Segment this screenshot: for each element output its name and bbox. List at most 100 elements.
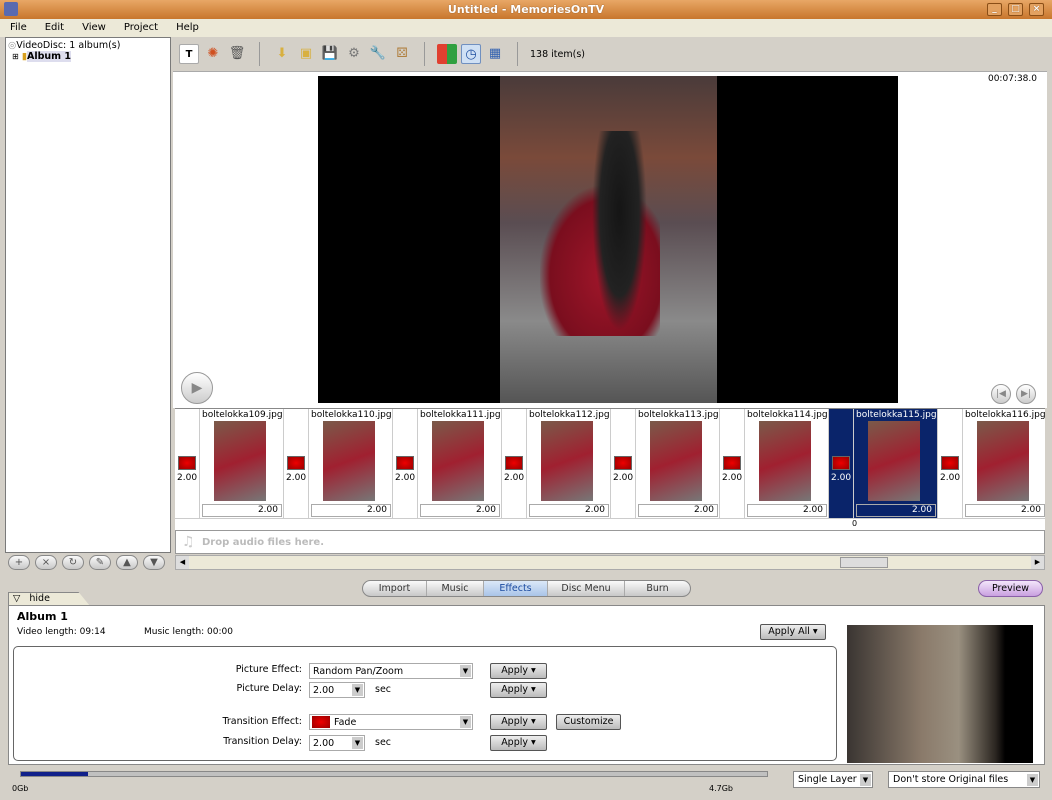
maximize-button[interactable]: □ <box>1008 3 1023 16</box>
sec-label: sec <box>375 684 392 695</box>
transition-effect-select[interactable]: Fade ▼ <box>309 714 473 730</box>
list-view-icon[interactable]: ▦ <box>485 44 505 64</box>
tree-root[interactable]: ◎VideoDisc: 1 album(s) <box>8 40 168 51</box>
expand-icon[interactable]: ⊞ <box>12 52 19 61</box>
photo-slot[interactable]: boltelokka111.jpg 2.00 <box>418 409 502 518</box>
timeline-scrollbar[interactable]: ◀ ▶ <box>175 555 1045 570</box>
tree-album[interactable]: ⊞ ▮Album 1 <box>8 51 168 62</box>
next-button[interactable]: ▶| <box>1016 384 1036 404</box>
effects-icon[interactable]: ✺ <box>203 44 223 64</box>
photo-duration[interactable]: 2.00 <box>747 504 827 517</box>
rotate-icon[interactable]: ↻ <box>62 555 84 570</box>
edit-icon[interactable]: ✎ <box>89 555 111 570</box>
apply-picture-delay-button[interactable]: Apply ▾ <box>490 682 547 698</box>
transition-slot[interactable]: 2.00 <box>502 409 527 518</box>
tab-disc-menu[interactable]: Disc Menu <box>548 581 625 596</box>
dropdown-arrow-icon: ▼ <box>860 774 871 786</box>
transition-duration: 2.00 <box>613 473 634 483</box>
title-bar: Untitled - MemoriesOnTV _ □ × <box>0 0 1052 19</box>
timeline-item[interactable]: 2.00 boltelokka114.jpg 2.00 <box>720 409 829 518</box>
transition-slot[interactable]: 2.00 <box>284 409 309 518</box>
apply-all-button[interactable]: Apply All ▾ <box>760 624 826 640</box>
minimize-button[interactable]: _ <box>987 3 1002 16</box>
photo-duration[interactable]: 2.00 <box>311 504 391 517</box>
transition-duration: 2.00 <box>177 473 198 483</box>
import-icon[interactable]: ⬇ <box>272 44 292 64</box>
transition-slot[interactable]: 2.00 <box>829 409 854 518</box>
transition-duration: 2.00 <box>286 473 307 483</box>
apply-picture-effect-button[interactable]: Apply ▾ <box>490 663 547 679</box>
photo-slot[interactable]: boltelokka115.jpg 2.00 <box>854 409 938 518</box>
audio-drop-zone[interactable]: ♫ Drop audio files here. <box>175 530 1045 554</box>
timeline-item[interactable]: 2.00 boltelokka116.jpg 2.00 <box>938 409 1045 518</box>
move-up-icon[interactable]: ▲ <box>116 555 138 570</box>
scroll-right-button[interactable]: ▶ <box>1031 556 1044 569</box>
photo-filename: boltelokka114.jpg <box>747 410 828 420</box>
tab-effects[interactable]: Effects <box>484 581 548 596</box>
move-down-icon[interactable]: ▼ <box>143 555 165 570</box>
timeline-item[interactable]: 2.00 boltelokka109.jpg 2.00 <box>175 409 284 518</box>
close-button[interactable]: × <box>1029 3 1044 16</box>
thumbnail-view-icon[interactable] <box>437 44 457 64</box>
apply-transition-effect-button[interactable]: Apply ▾ <box>490 714 547 730</box>
hide-tab[interactable]: ▽ hide <box>8 592 90 606</box>
photo-icon[interactable]: ▣ <box>296 44 316 64</box>
effects-box: Picture Effect: Random Pan/Zoom ▼ Apply ▾… <box>13 646 837 761</box>
timeline-view-icon[interactable]: ◷ <box>461 44 481 64</box>
wrench-icon[interactable]: 🔧 <box>368 44 388 64</box>
transition-slot[interactable]: 2.00 <box>611 409 636 518</box>
save-icon[interactable]: 💾 <box>320 44 340 64</box>
apply-transition-delay-button[interactable]: Apply ▾ <box>490 735 547 751</box>
tools-icon[interactable]: ⚙ <box>344 44 364 64</box>
tab-music[interactable]: Music <box>427 581 484 596</box>
timeline-item[interactable]: 2.00 boltelokka110.jpg 2.00 <box>284 409 393 518</box>
photo-slot[interactable]: boltelokka109.jpg 2.00 <box>200 409 284 518</box>
photo-duration[interactable]: 2.00 <box>529 504 609 517</box>
photo-duration[interactable]: 2.00 <box>965 504 1045 517</box>
menu-edit[interactable]: Edit <box>35 19 72 33</box>
play-button[interactable]: ▶ <box>181 372 213 404</box>
tab-import[interactable]: Import <box>363 581 427 596</box>
transition-slot[interactable]: 2.00 <box>175 409 200 518</box>
photo-thumbnail <box>977 421 1029 501</box>
scroll-left-button[interactable]: ◀ <box>176 556 189 569</box>
customize-button[interactable]: Customize <box>556 714 621 730</box>
original-files-select[interactable]: Don't store Original files ▼ <box>888 771 1040 788</box>
previous-button[interactable]: |◀ <box>991 384 1011 404</box>
transition-slot[interactable]: 2.00 <box>393 409 418 518</box>
transition-delay-select[interactable]: 2.00 ▼ <box>309 735 365 751</box>
dice-icon[interactable]: ⚄ <box>392 44 412 64</box>
photo-duration[interactable]: 2.00 <box>638 504 718 517</box>
timeline-item[interactable]: 2.00 boltelokka113.jpg 2.00 <box>611 409 720 518</box>
photo-slot[interactable]: boltelokka112.jpg 2.00 <box>527 409 611 518</box>
item-count: 138 item(s) <box>530 48 585 60</box>
add-icon[interactable]: + <box>8 555 30 570</box>
picture-delay-select[interactable]: 2.00 ▼ <box>309 682 365 698</box>
photo-duration[interactable]: 2.00 <box>420 504 500 517</box>
remove-icon[interactable]: × <box>35 555 57 570</box>
transition-icon <box>396 456 414 470</box>
menu-help[interactable]: Help <box>166 19 207 33</box>
add-text-icon[interactable]: T <box>179 44 199 64</box>
scroll-thumb[interactable] <box>840 557 888 568</box>
picture-effect-select[interactable]: Random Pan/Zoom ▼ <box>309 663 473 679</box>
photo-slot[interactable]: boltelokka113.jpg 2.00 <box>636 409 720 518</box>
transition-icon <box>505 456 523 470</box>
timeline-item[interactable]: 2.00 boltelokka112.jpg 2.00 <box>502 409 611 518</box>
layer-select[interactable]: Single Layer ▼ <box>793 771 873 788</box>
transition-slot[interactable]: 2.00 <box>720 409 745 518</box>
photo-slot[interactable]: boltelokka110.jpg 2.00 <box>309 409 393 518</box>
trash-icon[interactable]: 🗑 <box>227 44 247 64</box>
tab-burn[interactable]: Burn <box>625 581 690 596</box>
preview-button[interactable]: Preview <box>978 580 1043 597</box>
photo-duration[interactable]: 2.00 <box>856 504 936 517</box>
timeline-item[interactable]: 2.00 boltelokka111.jpg 2.00 <box>393 409 502 518</box>
timeline-item[interactable]: 2.00 boltelokka115.jpg 2.00 <box>829 409 938 518</box>
transition-slot[interactable]: 2.00 <box>938 409 963 518</box>
photo-duration[interactable]: 2.00 <box>202 504 282 517</box>
photo-slot[interactable]: boltelokka116.jpg 2.00 <box>963 409 1045 518</box>
menu-project[interactable]: Project <box>114 19 166 33</box>
menu-view[interactable]: View <box>72 19 114 33</box>
photo-slot[interactable]: boltelokka114.jpg 2.00 <box>745 409 829 518</box>
menu-file[interactable]: File <box>0 19 35 33</box>
